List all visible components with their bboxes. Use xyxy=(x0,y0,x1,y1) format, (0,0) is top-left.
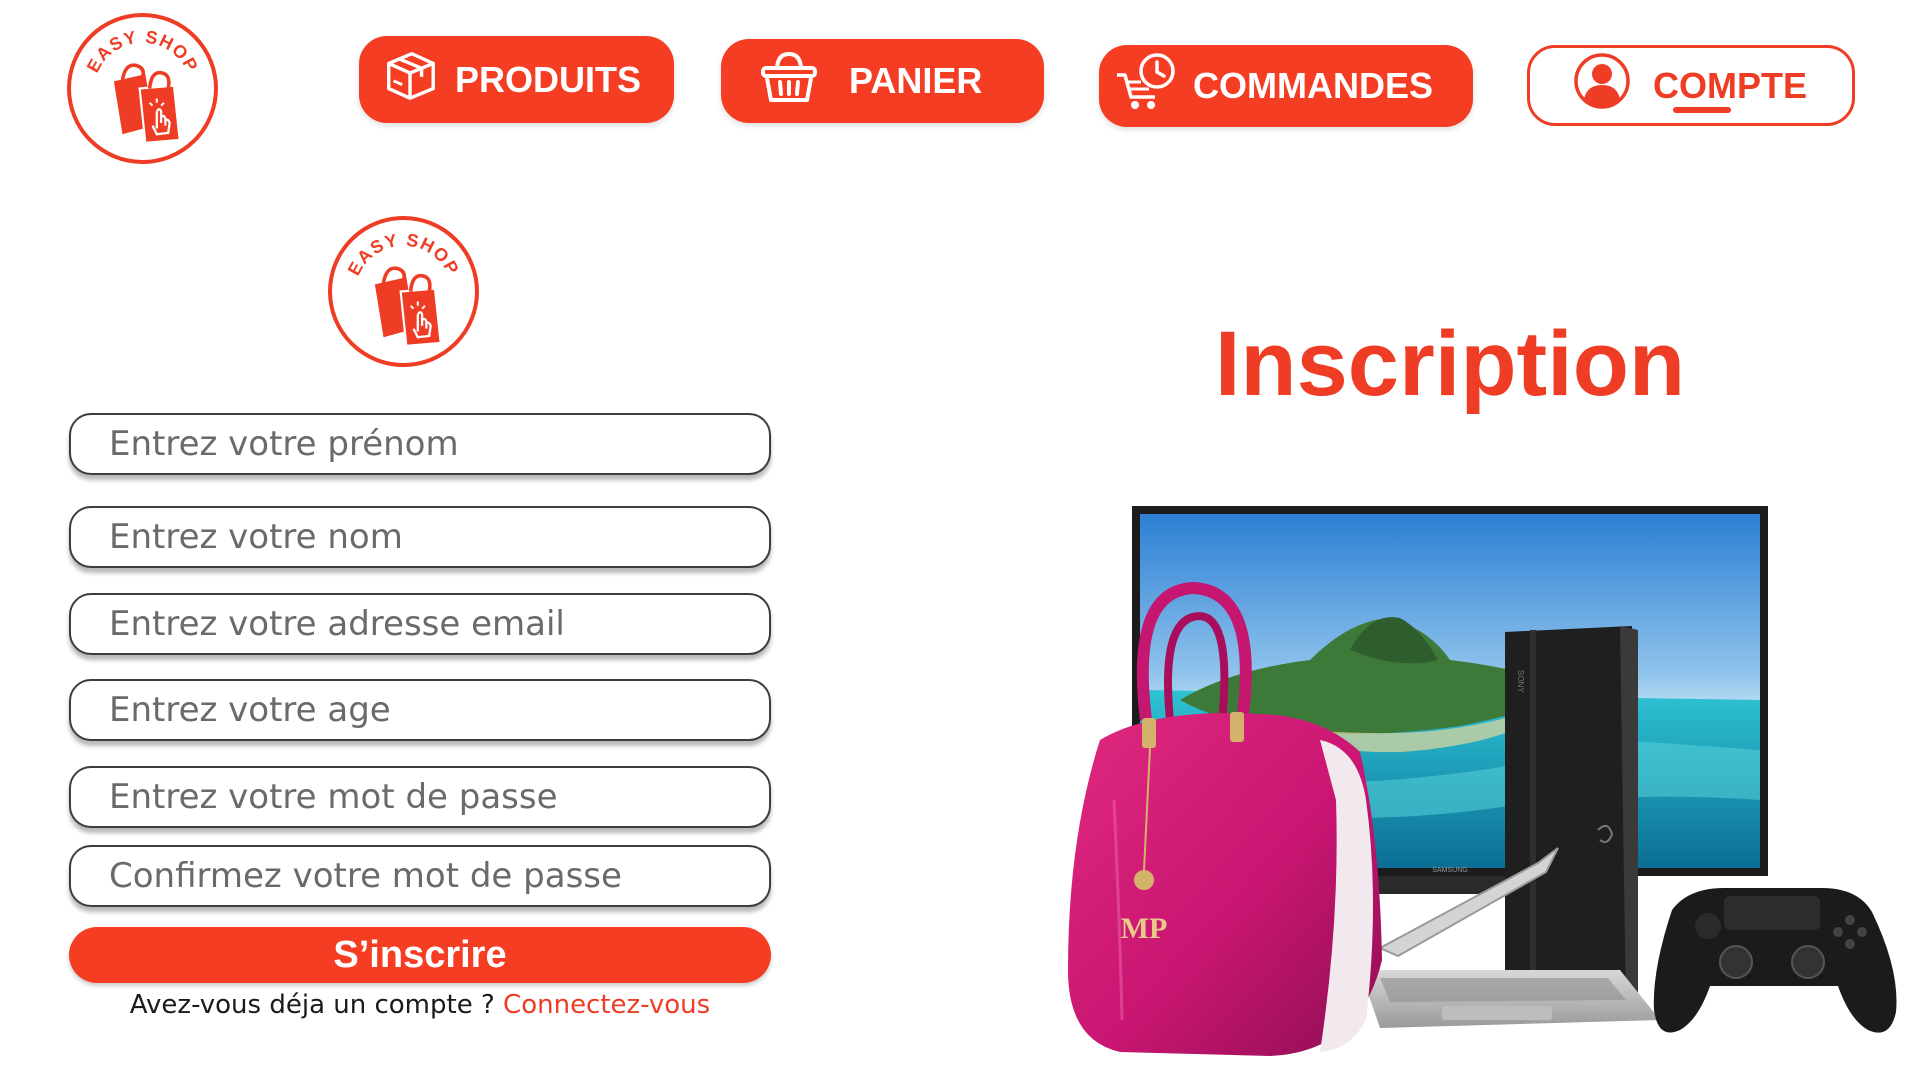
confirm-password-field[interactable] xyxy=(69,845,771,907)
page-title: Inscription xyxy=(1214,313,1686,415)
nav-label: PANIER xyxy=(849,60,983,101)
nav-panier-button[interactable]: PANIER xyxy=(721,39,1044,123)
shopping-bags-logo-icon: EASY SHOP xyxy=(83,27,201,144)
login-prompt-text: Avez-vous déja un compte ? xyxy=(129,990,504,1020)
nav-label: COMPTE xyxy=(1653,64,1808,106)
first-name-field[interactable] xyxy=(69,413,771,475)
page: EASY SHOP PRODUITS PANIER COMMANDES COMP… xyxy=(0,0,1920,1080)
bag-monogram: MP xyxy=(1121,912,1168,945)
nav-label: COMMANDES xyxy=(1193,65,1433,106)
password-field[interactable] xyxy=(69,766,771,828)
shopping-bags-logo-icon: EASY SHOP xyxy=(344,230,462,347)
basket-icon xyxy=(759,48,819,115)
login-link[interactable]: Connectez-vous xyxy=(503,990,710,1020)
age-field[interactable] xyxy=(69,679,771,741)
nav-compte-button[interactable]: COMPTE xyxy=(1527,45,1855,126)
active-tab-indicator xyxy=(1673,107,1731,113)
signup-button[interactable]: S’inscrire xyxy=(69,927,771,983)
package-icon xyxy=(381,46,439,113)
gamepad-image xyxy=(1653,888,1897,1033)
cart-clock-icon xyxy=(1115,51,1181,122)
products-illustration: SAMSUNG SONY MP xyxy=(1068,506,1897,1056)
nav-label: PRODUITS xyxy=(455,58,642,100)
last-name-field[interactable] xyxy=(69,506,771,568)
nav-commandes-button[interactable]: COMMANDES xyxy=(1099,45,1473,127)
brand-logo[interactable]: EASY SHOP xyxy=(67,13,218,164)
game-console-image: SONY xyxy=(1505,626,1638,1006)
tv-brand: SAMSUNG xyxy=(1432,867,1467,874)
login-prompt: Avez-vous déja un compte ? Connectez-vou… xyxy=(69,990,771,1020)
user-icon xyxy=(1573,52,1631,119)
email-field[interactable] xyxy=(69,593,771,655)
form-logo: EASY SHOP xyxy=(328,216,479,367)
nav-produits-button[interactable]: PRODUITS xyxy=(359,36,674,123)
console-brand: SONY xyxy=(1516,670,1525,693)
